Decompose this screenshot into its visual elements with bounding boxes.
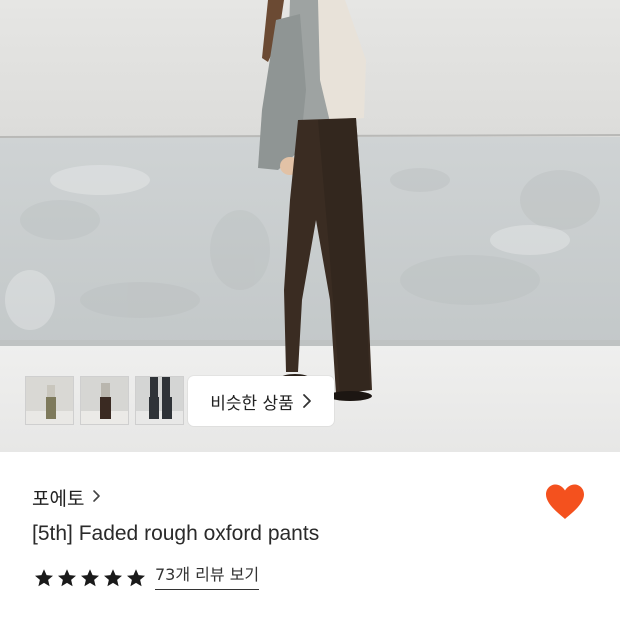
rating-row: 73개 리뷰 보기 (33, 565, 260, 590)
star-icon (104, 568, 122, 586)
product-title: [5th] Faded rough oxford pants (32, 522, 320, 545)
star-icon (58, 568, 76, 586)
star-icon (81, 568, 99, 586)
star-icon (127, 568, 145, 586)
heart-icon[interactable] (544, 483, 586, 521)
similar-products-label: 비슷한 상품 (210, 393, 294, 414)
thumbnail-2[interactable] (80, 376, 129, 425)
thumbnail-strip (25, 376, 184, 425)
star-icon (35, 568, 53, 586)
chevron-right-icon (302, 393, 312, 409)
thumbnail-3[interactable] (135, 376, 184, 425)
similar-products-button[interactable]: 비슷한 상품 (188, 376, 334, 426)
product-main-image[interactable]: 비슷한 상품 (0, 0, 620, 452)
star-rating (33, 567, 147, 589)
view-reviews-link[interactable]: 73개 리뷰 보기 (155, 565, 260, 590)
brand-name: 포에토 (32, 488, 85, 510)
thumbnail-1[interactable] (25, 376, 74, 425)
chevron-right-icon (92, 488, 101, 507)
brand-link[interactable]: 포에토 (32, 484, 101, 511)
